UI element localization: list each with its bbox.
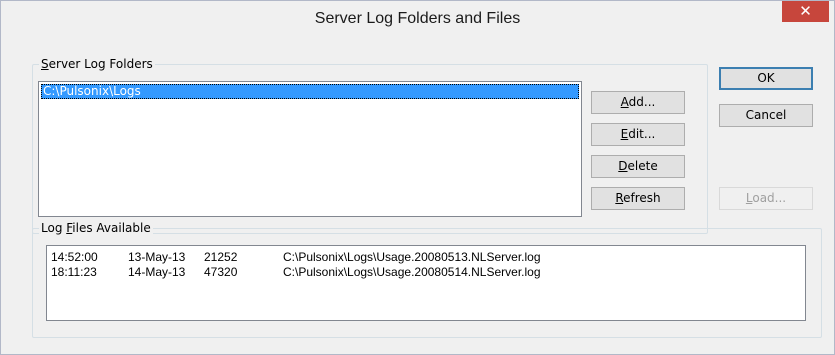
log-files-list[interactable]: 14:52:00 13-May-13 21252 C:\Pulsonix\Log… [46,245,806,321]
log-time: 18:11:23 [51,265,97,279]
ok-button[interactable]: OK [719,67,813,90]
log-files-available-label: Log Files Available [39,221,153,235]
delete-button[interactable]: Delete [591,155,685,178]
edit-button[interactable]: Edit... [591,123,685,146]
server-log-folders-list[interactable]: C:\Pulsonix\Logs [38,81,582,217]
window-title: Server Log Folders and Files [314,10,521,27]
log-size: 21252 [204,250,238,264]
close-button[interactable]: ✕ [782,1,829,22]
log-date: 14-May-13 [128,265,186,279]
log-time: 14:52:00 [51,250,98,264]
server-log-folders-label: Server Log Folders [39,57,155,71]
table-row[interactable]: 18:11:23 14-May-13 47320 C:\Pulsonix\Log… [51,265,791,279]
title-bar[interactable]: Server Log Folders and Files ✕ [1,1,834,39]
load-button[interactable]: Load... [719,187,813,210]
log-size: 47320 [204,265,238,279]
log-path: C:\Pulsonix\Logs\Usage.20080514.NLServer… [283,265,541,279]
table-row[interactable]: 14:52:00 13-May-13 21252 C:\Pulsonix\Log… [51,250,791,264]
add-button[interactable]: Add... [591,91,685,114]
dialog-client-area: Server Log Folders C:\Pulsonix\Logs Add.… [9,39,826,347]
log-path: C:\Pulsonix\Logs\Usage.20080513.NLServer… [283,250,541,264]
list-item-folder[interactable]: C:\Pulsonix\Logs [41,84,579,99]
refresh-button[interactable]: Refresh [591,187,685,210]
close-icon: ✕ [799,2,812,20]
log-date: 13-May-13 [128,250,186,264]
cancel-button[interactable]: Cancel [719,104,813,127]
dialog-window: Server Log Folders and Files ✕ Server Lo… [0,0,835,355]
